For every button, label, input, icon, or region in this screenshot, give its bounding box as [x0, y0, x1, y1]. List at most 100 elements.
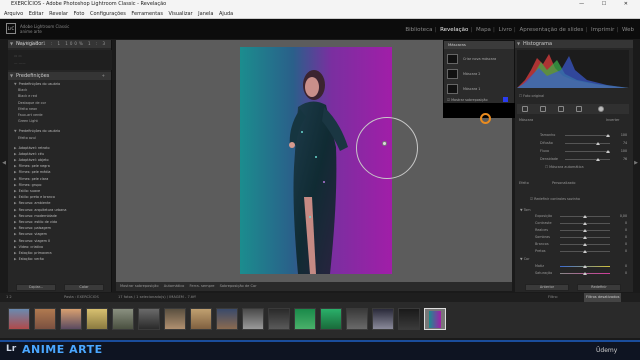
- reset-button[interactable]: Redefinir: [577, 284, 621, 291]
- module-web[interactable]: Web: [622, 27, 634, 33]
- auto-mask-checkbox[interactable]: ☐ Máscara automática: [545, 165, 584, 169]
- film-thumb[interactable]: [112, 308, 134, 330]
- flow-value[interactable]: 100: [613, 149, 627, 153]
- highlights-value[interactable]: 0: [613, 228, 627, 232]
- effect-select[interactable]: Personalizado: [552, 181, 575, 185]
- exposure-slider-knob[interactable]: [583, 215, 587, 218]
- film-thumb[interactable]: [320, 308, 342, 330]
- contrast-slider-knob[interactable]: [583, 222, 587, 225]
- module-biblioteca[interactable]: Biblioteca: [405, 27, 432, 33]
- tone-section-header[interactable]: ▼ Tom: [520, 208, 531, 212]
- collapse-icon: ▼: [10, 73, 14, 78]
- right-panel-toggle-icon[interactable]: ▶: [633, 160, 639, 166]
- menu-visualizar[interactable]: Visualizar: [169, 9, 193, 19]
- film-thumb[interactable]: [164, 308, 186, 330]
- histogram-header[interactable]: ▼ Histograma: [515, 40, 633, 48]
- photo-count[interactable]: 17 fotos / 1 selecionado(s) / IMAGEM - 7…: [118, 293, 196, 302]
- module-imprimir[interactable]: Imprimir: [591, 27, 614, 33]
- copy-button[interactable]: Copiar...: [16, 284, 56, 291]
- mask-1-item[interactable]: Máscara 1: [447, 82, 513, 96]
- invert-checkbox[interactable]: Inverter: [606, 118, 619, 122]
- overlay-mode-select[interactable]: Automático: [164, 284, 185, 288]
- overlay-color-swatch[interactable]: [503, 97, 508, 102]
- saturation-value[interactable]: 0: [613, 271, 627, 275]
- module-mapa[interactable]: Mapa: [476, 27, 491, 33]
- mask-pin[interactable]: [382, 141, 387, 146]
- navigator-preview[interactable]: ▭ ▭ — ——: [8, 50, 112, 70]
- original-photo-checkbox[interactable]: ☐ Foto original: [519, 94, 544, 98]
- navigator-header[interactable]: ▼ Navegador AJUST 1 : 1 100% 1 : 3: [8, 40, 111, 48]
- density-slider-knob[interactable]: [596, 158, 600, 161]
- film-thumb[interactable]: [242, 308, 264, 330]
- menu-janela[interactable]: Janela: [198, 9, 213, 19]
- film-thumb-selected[interactable]: [424, 308, 446, 330]
- show-overlay-checkbox[interactable]: ☑ Mostrar sobreposição: [447, 98, 488, 102]
- paste-button[interactable]: Colar: [64, 284, 104, 291]
- reset-sliders-checkbox[interactable]: ☑ Redefinir controles sozinho: [530, 197, 580, 201]
- density-slider[interactable]: [565, 159, 610, 160]
- preset-group[interactable]: ▶ Estação: verão: [8, 256, 112, 262]
- crop-tool-icon[interactable]: [522, 106, 528, 112]
- shadows-slider-knob[interactable]: [583, 236, 587, 239]
- menu-ajuda[interactable]: Ajuda: [219, 9, 233, 19]
- histogram[interactable]: [517, 50, 629, 88]
- flow-slider-knob[interactable]: [606, 150, 610, 153]
- contrast-value[interactable]: 0: [613, 221, 627, 225]
- size-slider-knob[interactable]: [606, 134, 610, 137]
- menu-ferramentas[interactable]: Ferramentas: [131, 9, 163, 19]
- redeye-tool-icon[interactable]: [558, 106, 564, 112]
- add-mask-icon: [447, 54, 458, 64]
- blacks-slider-knob[interactable]: [583, 250, 587, 253]
- size-value[interactable]: 100: [613, 133, 627, 137]
- film-thumb[interactable]: [346, 308, 368, 330]
- menu-arquivo[interactable]: Arquivo: [4, 9, 23, 19]
- film-thumb[interactable]: [268, 308, 290, 330]
- film-thumb[interactable]: [372, 308, 394, 330]
- film-thumb[interactable]: [60, 308, 82, 330]
- film-thumb[interactable]: [216, 308, 238, 330]
- density-value[interactable]: 76: [613, 157, 627, 161]
- screen-toggle-buttons[interactable]: 1 2: [6, 293, 12, 302]
- menu-configuracoes[interactable]: Configurações: [90, 9, 126, 19]
- menu-revelar[interactable]: Revelar: [49, 9, 68, 19]
- film-thumb[interactable]: [190, 308, 212, 330]
- mask-2-item[interactable]: Máscara 2: [447, 67, 513, 81]
- module-revelacao[interactable]: Revelação: [440, 27, 468, 33]
- whites-slider-knob[interactable]: [583, 243, 587, 246]
- module-apresentacao[interactable]: Apresentação de slides: [520, 27, 584, 33]
- exposure-value[interactable]: 0,00: [613, 214, 627, 218]
- highlights-slider-knob[interactable]: [583, 229, 587, 232]
- module-livro[interactable]: Livro: [499, 27, 512, 33]
- flow-slider[interactable]: [565, 151, 610, 152]
- shadows-value[interactable]: 0: [613, 235, 627, 239]
- masking-tool-icon[interactable]: [576, 106, 582, 112]
- feather-slider-knob[interactable]: [596, 142, 600, 145]
- feather-slider[interactable]: [565, 143, 610, 144]
- film-thumb[interactable]: [398, 308, 420, 330]
- saturation-slider-knob[interactable]: [583, 272, 587, 275]
- blacks-value[interactable]: 0: [613, 249, 627, 253]
- film-thumb[interactable]: [294, 308, 316, 330]
- filter-select[interactable]: Filtros desativados: [584, 293, 622, 302]
- heal-tool-icon[interactable]: [540, 106, 546, 112]
- mask-active-icon[interactable]: [598, 106, 604, 112]
- film-thumb[interactable]: [34, 308, 56, 330]
- hue-value[interactable]: 0: [613, 264, 627, 268]
- menu-foto[interactable]: Foto: [74, 9, 85, 19]
- film-thumb[interactable]: [86, 308, 108, 330]
- create-mask-button[interactable]: Criar nova máscara: [447, 52, 513, 66]
- size-slider[interactable]: [565, 135, 610, 136]
- previous-button[interactable]: Anterior: [525, 284, 569, 291]
- hue-slider-knob[interactable]: [583, 265, 587, 268]
- presets-header[interactable]: ▼ Predefinições +: [8, 72, 111, 80]
- color-section-header[interactable]: ▼ Cor: [520, 257, 530, 261]
- menu-editar[interactable]: Editar: [29, 9, 44, 19]
- window-controls[interactable]: — ☐ ✕: [579, 0, 636, 9]
- film-thumb[interactable]: [138, 308, 160, 330]
- feather-value[interactable]: 74: [613, 141, 627, 145]
- left-panel-toggle-icon[interactable]: ◀: [1, 160, 7, 166]
- whites-value[interactable]: 0: [613, 242, 627, 246]
- film-thumb[interactable]: [8, 308, 30, 330]
- folder-path[interactable]: Pasta : EXERCÍCIOS: [64, 293, 99, 302]
- overlay-style-select[interactable]: Sobreposição de Cor: [220, 284, 257, 288]
